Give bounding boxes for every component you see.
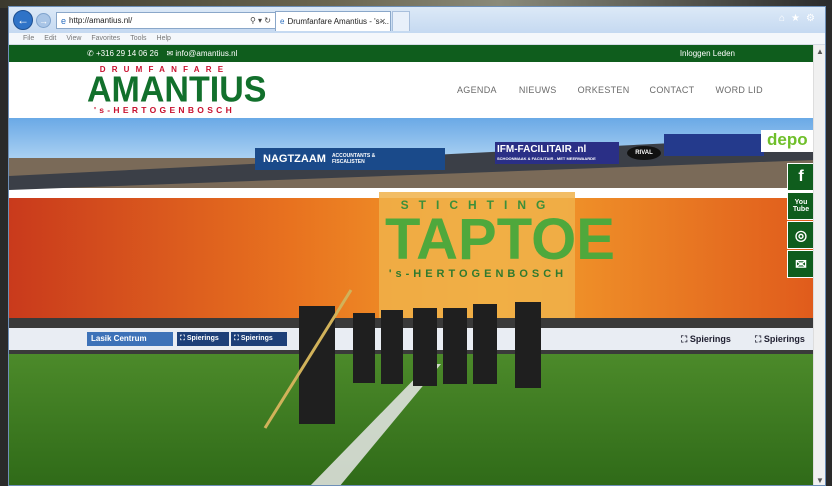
ie-icon: e — [280, 17, 285, 26]
taptoe-city: 's-HERTOGENBOSCH — [388, 268, 568, 280]
phone-number: +316 29 14 06 26 — [95, 49, 159, 58]
mail-icon[interactable]: ✉ — [787, 250, 815, 278]
board-lasik: Lasik Centrum — [87, 332, 173, 346]
scroll-down-icon[interactable]: ▼ — [816, 476, 824, 485]
ie-icon: e — [61, 15, 67, 26]
search-refresh-icon[interactable]: ⚲ ▾ ↻ — [250, 16, 271, 25]
youtube-icon[interactable]: You Tube — [787, 192, 815, 220]
browser-titlebar: ← → e http://amantius.nl/ ⚲ ▾ ↻ e Drumfa… — [9, 7, 825, 33]
login-link[interactable]: Inloggen Leden — [680, 49, 735, 58]
phone-link[interactable]: ✆ +316 29 14 06 26 — [87, 49, 158, 58]
nav-contact[interactable]: CONTACT — [650, 85, 695, 95]
sponsor-ifm-tagline: SCHOONMAAK & FACILITAIR - MET MEERWAARDE — [497, 156, 596, 161]
sponsor-ifm-name: IFM-FACILITAIR .nl — [497, 144, 587, 155]
home-favorites-settings-icons[interactable]: ⌂★⚙ — [779, 13, 821, 24]
nav-agenda[interactable]: AGENDA — [457, 85, 497, 95]
menu-tools[interactable]: Tools — [130, 35, 146, 42]
nav-orkesten[interactable]: ORKESTEN — [578, 85, 630, 95]
taptoe-title: TAPTOE — [385, 207, 615, 272]
back-button[interactable]: ← — [13, 10, 33, 30]
board-spierings-1-label: Spierings — [186, 335, 219, 342]
scroll-up-icon[interactable]: ▲ — [816, 47, 824, 56]
sponsor-depo: depo — [767, 130, 808, 149]
sponsor-rival: RIVAL — [627, 146, 661, 160]
forward-button[interactable]: → — [36, 13, 51, 28]
board-spierings-4-label: Spierings — [763, 334, 805, 344]
address-bar[interactable]: e http://amantius.nl/ ⚲ ▾ ↻ — [56, 12, 276, 29]
nav-word-lid[interactable]: WORD LID — [715, 85, 762, 95]
instagram-icon[interactable]: ◎ — [787, 221, 815, 249]
web-page: ✆ +316 29 14 06 26 ✉ info@amantius.nl In… — [9, 45, 815, 485]
menu-view[interactable]: View — [66, 35, 81, 42]
logo-line2: AMANTIUS — [87, 70, 267, 110]
sponsor-ifm: IFM-FACILITAIR .nl SCHOONMAAK & FACILITA… — [497, 144, 617, 164]
hero-image: NAGTZAAM ACCOUNTANTS & FISCALISTEN IFM-F… — [9, 118, 815, 485]
board-spierings-1: ⛶ Spierings — [177, 332, 229, 346]
taptoe-banner: STICHTING TAPTOE 's-HERTOGENBOSCH — [385, 198, 615, 280]
menu-bar: File Edit View Favorites Tools Help — [9, 33, 825, 45]
sponsor-accountants: ACCOUNTANTS & FISCALISTEN — [331, 153, 376, 165]
hero-photo — [9, 118, 815, 485]
email-address: info@amantius.nl — [175, 49, 238, 58]
facebook-icon[interactable]: f — [787, 163, 815, 191]
site-logo[interactable]: DRUMFANFARE AMANTIUS 's-HERTOGENBOSCH — [87, 65, 267, 115]
sponsor-nagtzaam: NAGTZAAM — [263, 153, 326, 165]
site-header: DRUMFANFARE AMANTIUS 's-HERTOGENBOSCH AG… — [9, 62, 815, 118]
email-link[interactable]: ✉ info@amantius.nl — [166, 49, 237, 58]
address-url: http://amantius.nl/ — [69, 16, 133, 25]
menu-favorites[interactable]: Favorites — [91, 35, 120, 42]
browser-window: ← → e http://amantius.nl/ ⚲ ▾ ↻ e Drumfa… — [8, 6, 826, 486]
tab-active[interactable]: e Drumfanfare Amantius - 's-... ✕ — [275, 11, 391, 31]
board-spierings-3: ⛶ Spierings — [681, 334, 731, 344]
nav-nieuws[interactable]: NIEUWS — [519, 85, 557, 95]
sponsor-board-top: NAGTZAAM ACCOUNTANTS & FISCALISTEN — [257, 150, 443, 168]
page-scrollbar[interactable]: ▲ ▼ — [813, 45, 825, 485]
main-nav: AGENDA NIEUWS ORKESTEN CONTACT WORD LID — [457, 85, 763, 95]
menu-help[interactable]: Help — [157, 35, 171, 42]
menu-file[interactable]: File — [23, 35, 34, 42]
board-spierings-4: ⛶ Spierings — [755, 334, 805, 344]
new-tab-button[interactable] — [392, 11, 410, 31]
board-spierings-3-label: Spierings — [689, 334, 731, 344]
board-spierings-2-label: Spierings — [240, 335, 273, 342]
menu-edit[interactable]: Edit — [44, 35, 56, 42]
tab-close-icon[interactable]: ✕ — [379, 17, 386, 26]
board-spierings-2: ⛶ Spierings — [231, 332, 287, 346]
tab-title: Drumfanfare Amantius - 's-... — [287, 17, 390, 26]
contact-topbar: ✆ +316 29 14 06 26 ✉ info@amantius.nl In… — [9, 45, 815, 62]
